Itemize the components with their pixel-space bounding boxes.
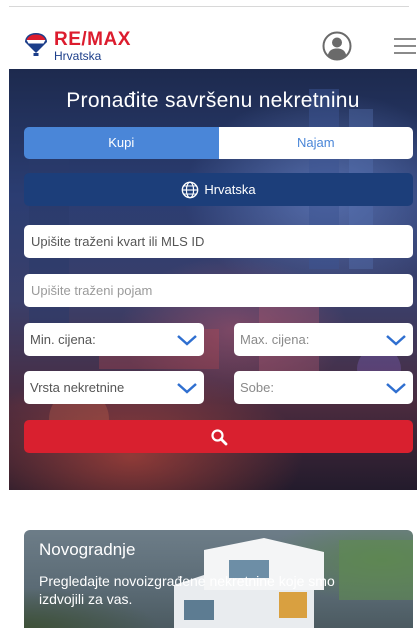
property-type-label: Vrsta nekretnine (30, 380, 125, 395)
brand-name: RE/MAX (54, 29, 131, 50)
district-search-input[interactable] (24, 225, 413, 258)
brand-region: Hrvatska (54, 49, 102, 63)
country-label: Hrvatska (204, 182, 256, 197)
country-selector[interactable]: Hrvatska (24, 173, 413, 206)
rooms-select[interactable]: Sobe: (234, 371, 413, 404)
tab-buy[interactable]: Kupi (24, 127, 219, 159)
hero-title: Pronađite savršenu nekretninu (66, 89, 360, 112)
chevron-down-icon (386, 382, 406, 394)
rooms-label: Sobe: (240, 380, 274, 395)
hamburger-menu-icon[interactable] (394, 37, 416, 55)
user-circle-icon[interactable] (322, 31, 352, 61)
max-price-select[interactable]: Max. cijena: (234, 323, 413, 356)
chevron-down-icon (177, 334, 197, 346)
chevron-down-icon (177, 382, 197, 394)
header: RE/MAX Hrvatska (0, 7, 417, 69)
transaction-tabs: Kupi Najam (24, 127, 413, 159)
globe-icon (182, 181, 199, 198)
remax-logo[interactable]: RE/MAX Hrvatska (24, 29, 134, 65)
property-type-select[interactable]: Vrsta nekretnine (24, 371, 204, 404)
min-price-select[interactable]: Min. cijena: (24, 323, 204, 356)
chevron-down-icon (386, 334, 406, 346)
card-title: Novogradnje (39, 540, 136, 559)
page: RE/MAX Hrvatska Pronađite savršenu nekre… (0, 0, 417, 628)
balloon-icon (25, 33, 47, 56)
card-text: Pregledajte novoizgrađene nekretnine koj… (39, 573, 335, 607)
term-search-input[interactable] (24, 274, 413, 307)
max-price-label: Max. cijena: (240, 332, 310, 347)
search-icon (210, 428, 227, 445)
hero-search-section: Pronađite savršenu nekretninu Kupi Najam… (9, 69, 417, 490)
search-button[interactable] (24, 420, 413, 453)
min-price-label: Min. cijena: (30, 332, 96, 347)
tab-rent[interactable]: Najam (218, 127, 413, 159)
new-builds-card[interactable]: Novogradnje Pregledajte novoizgrađene ne… (24, 530, 413, 628)
